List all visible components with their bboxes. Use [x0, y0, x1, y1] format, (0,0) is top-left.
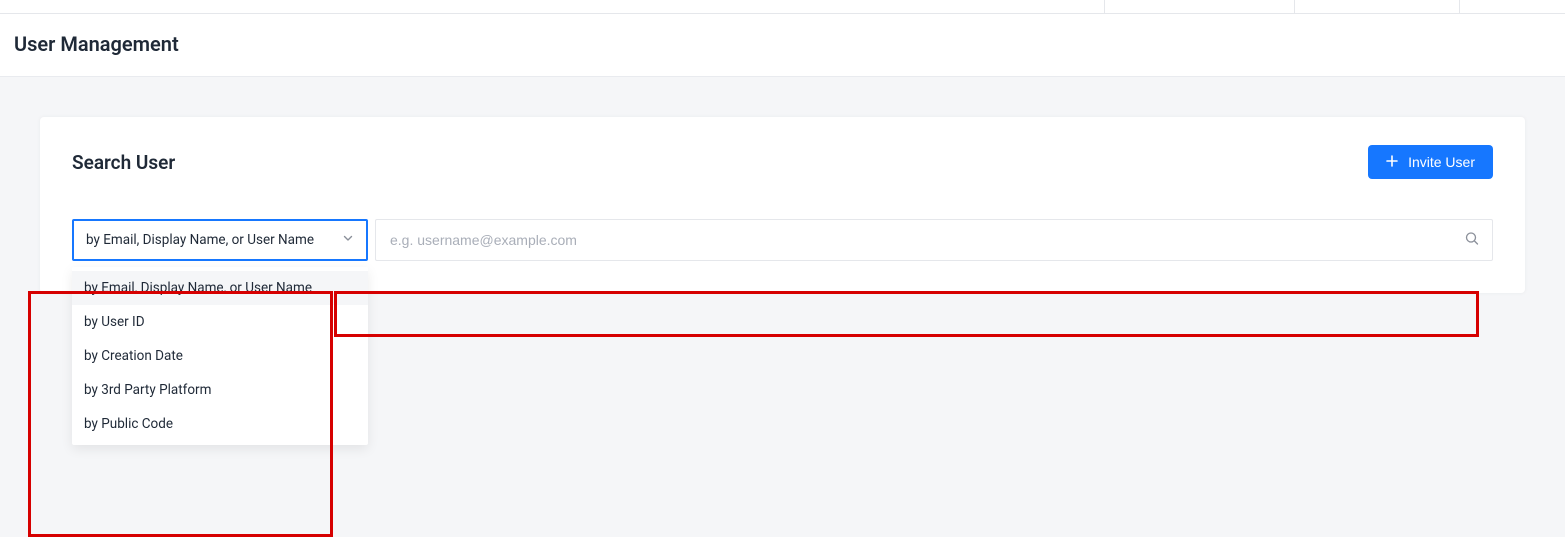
search-type-dropdown[interactable]: by Email, Display Name, or User Name by … [72, 219, 368, 261]
search-type-option[interactable]: by 3rd Party Platform [72, 373, 368, 407]
search-type-selected-label: by Email, Display Name, or User Name [86, 232, 314, 248]
search-type-option[interactable]: by Public Code [72, 407, 368, 441]
search-type-option[interactable]: by User ID [72, 305, 368, 339]
search-input-wrap [375, 219, 1493, 261]
main-content: Search User Invite User by Email, Displa… [0, 77, 1565, 333]
top-bar-divider [1104, 0, 1105, 13]
search-type-menu: by Email, Display Name, or User Nameby U… [72, 267, 368, 445]
invite-user-label: Invite User [1408, 154, 1475, 170]
search-type-option[interactable]: by Creation Date [72, 339, 368, 373]
search-user-card: Search User Invite User by Email, Displa… [40, 117, 1525, 293]
page-header: User Management [0, 14, 1565, 77]
card-title: Search User [72, 151, 175, 174]
card-header-row: Search User Invite User [72, 145, 1493, 179]
top-nav-bar [0, 0, 1565, 14]
search-type-option[interactable]: by Email, Display Name, or User Name [72, 271, 368, 305]
search-type-select[interactable]: by Email, Display Name, or User Name [72, 219, 368, 261]
invite-user-button[interactable]: Invite User [1368, 145, 1493, 179]
page-title: User Management [14, 32, 1551, 56]
chevron-down-icon [342, 232, 354, 248]
search-input[interactable] [375, 219, 1493, 261]
plus-icon [1386, 155, 1398, 170]
search-row: by Email, Display Name, or User Name by … [72, 219, 1493, 261]
